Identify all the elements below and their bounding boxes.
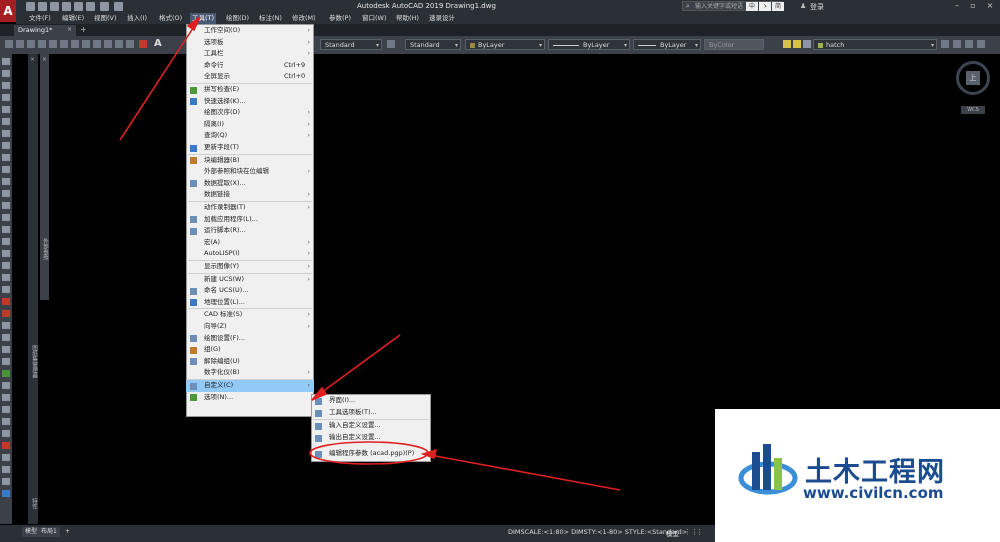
annotation-arrowhead <box>311 386 328 401</box>
annotation-arrow-tools <box>119 21 198 141</box>
annotation-arrows <box>119 16 621 491</box>
annotation-arrow-customize <box>317 334 401 396</box>
annotation-arrowhead <box>186 16 201 32</box>
annotation-circle <box>309 441 429 465</box>
annotation-arrow-pgp <box>429 454 621 491</box>
